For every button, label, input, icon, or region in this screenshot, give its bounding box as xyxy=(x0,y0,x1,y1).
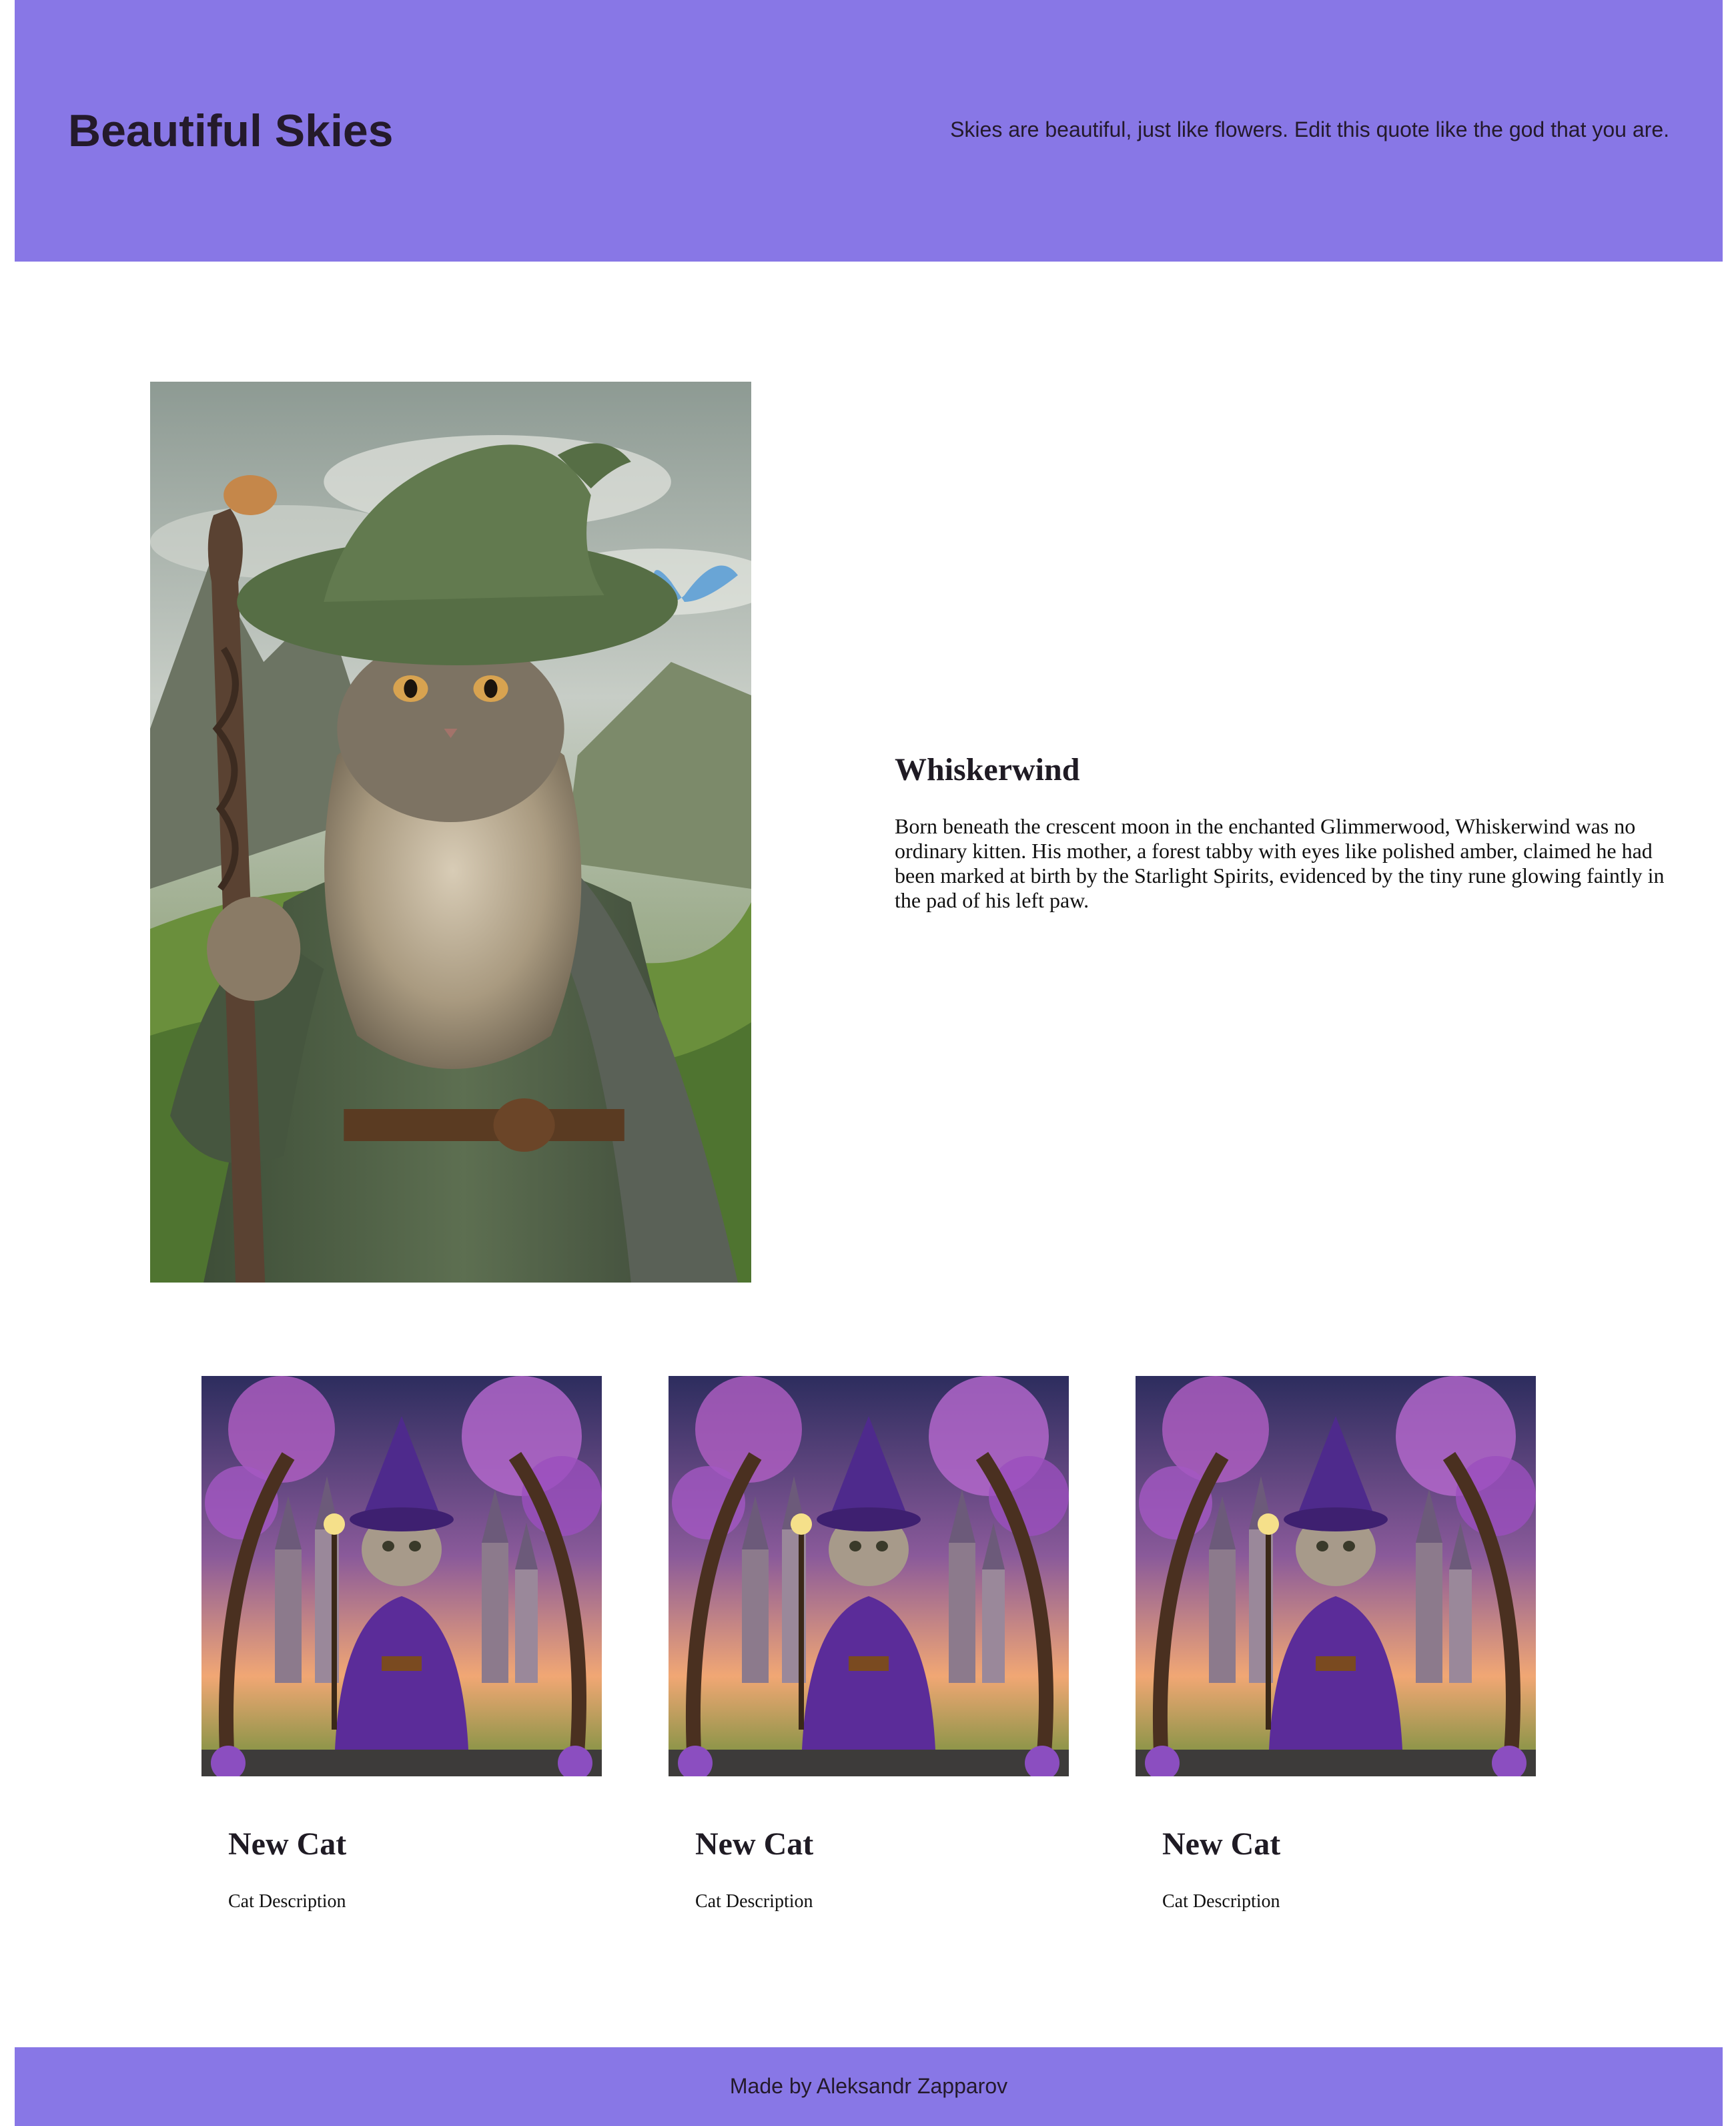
feature-text-block: Whiskerwind Born beneath the crescent mo… xyxy=(895,749,1675,913)
cat-card: New Cat Cat Description xyxy=(1136,1376,1536,1912)
purple-wizard-cat-illustration xyxy=(669,1376,1069,1776)
site-footer: Made by Aleksandr Zapparov xyxy=(15,2047,1723,2126)
site-quote: Skies are beautiful, just like flowers. … xyxy=(950,117,1669,141)
cat-card-description: Cat Description xyxy=(228,1891,346,1912)
feature-cat-image xyxy=(150,382,751,1283)
cat-card-description: Cat Description xyxy=(1162,1891,1280,1912)
site-header: Beautiful Skies Skies are beautiful, jus… xyxy=(15,0,1723,262)
cat-card-title: New Cat xyxy=(228,1826,347,1862)
purple-wizard-cat-illustration xyxy=(1136,1376,1536,1776)
cat-card: New Cat Cat Description xyxy=(201,1376,602,1912)
cat-card-description: Cat Description xyxy=(695,1891,813,1912)
site-title: Beautiful Skies xyxy=(68,105,394,156)
cat-card-image xyxy=(669,1376,1069,1776)
purple-wizard-cat-illustration xyxy=(201,1376,602,1776)
cat-card-image xyxy=(1136,1376,1536,1776)
cat-card-image xyxy=(201,1376,602,1776)
feature-cat-description: Born beneath the crescent moon in the en… xyxy=(895,814,1665,912)
footer-credit: Made by Aleksandr Zapparov xyxy=(729,2074,1008,2098)
cat-card: New Cat Cat Description xyxy=(669,1376,1069,1912)
wizard-cat-illustration xyxy=(150,382,751,1283)
feature-cat-name: Whiskerwind xyxy=(895,752,1080,787)
cat-card-title: New Cat xyxy=(1162,1826,1281,1862)
cat-card-title: New Cat xyxy=(695,1826,814,1862)
